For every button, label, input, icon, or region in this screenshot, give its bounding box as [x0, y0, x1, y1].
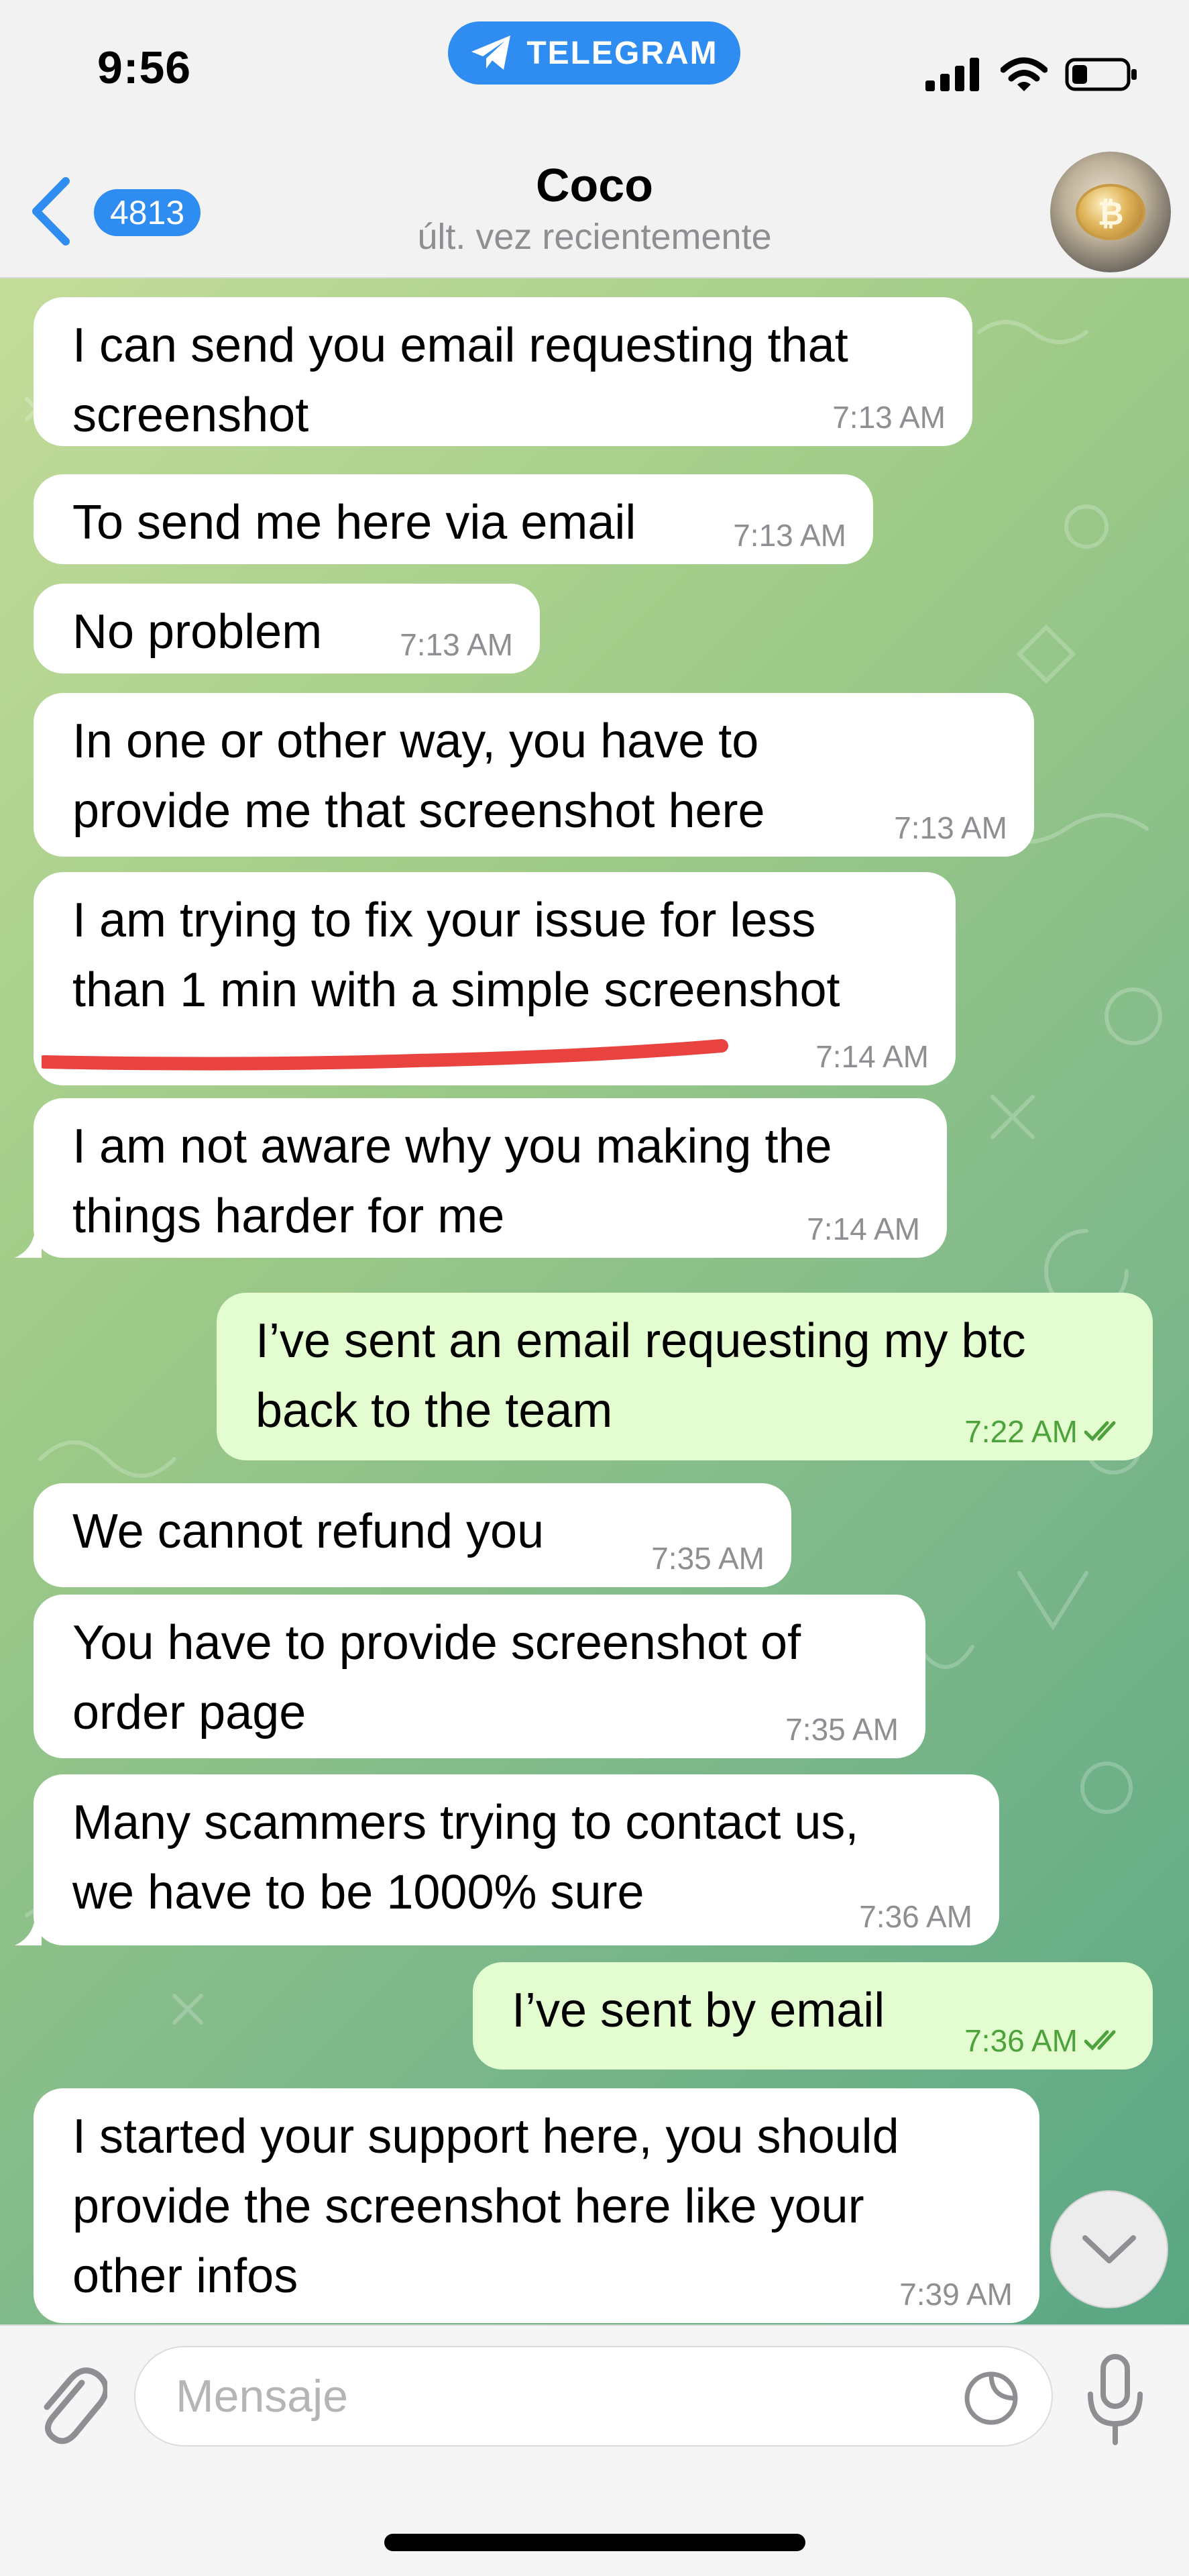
message-time: 7:13 AM [400, 627, 513, 662]
home-indicator [384, 2534, 805, 2551]
message-time: 7:22 AM [964, 1414, 1078, 1449]
bubble-tail [15, 1231, 42, 1258]
message-bubble[interactable]: We cannot refund you 7:35 AM [34, 1483, 791, 1587]
message-bubble[interactable]: To send me here via email 7:13 AM [34, 474, 873, 564]
message-time: 7:13 AM [894, 810, 1007, 845]
message-text: In one or other way, you have to provide… [72, 714, 765, 838]
status-bar: 9:56 TELEGRAM [0, 0, 1189, 127]
chevron-down-icon [1082, 2235, 1136, 2263]
clock: 9:56 [97, 42, 192, 93]
message-bubble[interactable]: You have to provide screenshot of order … [34, 1595, 925, 1758]
message-bubble[interactable]: Many scammers trying to contact us, we h… [34, 1774, 999, 1945]
message-text: I started your support here, you should … [72, 2110, 899, 2303]
message-input[interactable] [176, 2347, 913, 2445]
message-list[interactable]: I can send you email requesting that scr… [0, 278, 1189, 2324]
message-composer [0, 2324, 1189, 2576]
message-meta: 7:22 AM [964, 1415, 1126, 1448]
bubble-tail [15, 1919, 42, 1945]
telegram-return-pill[interactable]: TELEGRAM [448, 21, 740, 85]
message-time: 7:35 AM [785, 1712, 899, 1747]
message-bubble[interactable]: I can send you email requesting that scr… [34, 297, 972, 446]
message-time: 7:14 AM [807, 1212, 920, 1246]
read-double-check-icon [1084, 2030, 1116, 2051]
scroll-to-bottom-button[interactable] [1050, 2190, 1168, 2308]
battery-icon [1065, 58, 1137, 91]
message-bubble[interactable]: I’ve sent an email requesting my btc bac… [217, 1293, 1153, 1460]
message-input-container [134, 2346, 1053, 2447]
message-time: 7:39 AM [899, 2277, 1013, 2312]
microphone-icon[interactable] [1085, 2353, 1145, 2447]
read-double-check-icon [1084, 1421, 1116, 1442]
message-time: 7:14 AM [815, 1039, 929, 1074]
message-time: 7:36 AM [964, 2023, 1078, 2058]
message-bubble[interactable]: I am not aware why you making the things… [34, 1098, 947, 1258]
message-time: 7:13 AM [733, 518, 846, 553]
chat-header: 4813 Coco últ. vez recientemente ₿ [0, 127, 1189, 278]
last-seen-status: últ. vez recientemente [417, 217, 772, 257]
bitcoin-icon: ₿ [1076, 184, 1145, 240]
wifi-icon [1001, 57, 1048, 91]
telegram-pill-label: TELEGRAM [526, 35, 718, 71]
message-bubble[interactable]: I started your support here, you should … [34, 2088, 1039, 2323]
message-time: 7:36 AM [859, 1899, 972, 1934]
message-text: I am trying to fix your issue for less t… [72, 894, 840, 1017]
message-bubble[interactable]: In one or other way, you have to provide… [34, 693, 1034, 857]
sticker-icon[interactable] [963, 2370, 1019, 2426]
message-time: 7:13 AM [832, 400, 946, 435]
telegram-plane-icon [471, 36, 511, 70]
cellular-signal-icon [925, 58, 979, 91]
chat-title[interactable]: Coco [0, 158, 1189, 212]
message-time: 7:35 AM [651, 1541, 765, 1576]
message-bubble[interactable]: I’ve sent by email 7:36 AM [473, 1962, 1153, 2070]
message-meta: 7:36 AM [964, 2024, 1126, 2057]
message-bubble[interactable]: No problem 7:13 AM [34, 584, 540, 674]
red-underline-annotation [42, 1039, 728, 1071]
avatar[interactable]: ₿ [1050, 152, 1171, 272]
paperclip-icon[interactable] [34, 2363, 107, 2450]
